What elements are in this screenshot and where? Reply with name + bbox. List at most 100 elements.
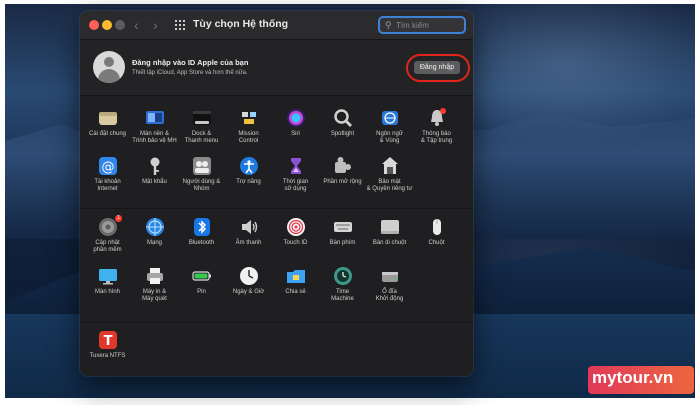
pref-item-tuxera-ntfs[interactable]: T Tuxera NTFS xyxy=(84,330,131,360)
pref-item-time-machine[interactable]: Time Machine xyxy=(319,266,366,303)
pref-item-printers-scanners[interactable]: Máy in & Máy quét xyxy=(131,266,178,303)
preferences-section-2: Cập nhật phần mềm 1 Mạng Bluetooth Âm thanh T… xyxy=(80,209,473,323)
apple-id-subtitle: Thiết lập iCloud, App Store và hơn thế n… xyxy=(132,70,248,76)
apple-id-banner: Đăng nhập vào ID Apple của bạn Thiết lập… xyxy=(80,40,473,96)
pref-item-mouse[interactable]: Chuột xyxy=(413,217,460,247)
pref-item-label: Tài khoản Internet xyxy=(94,179,121,192)
pref-item-extensions[interactable]: Phần mở rộng xyxy=(319,156,366,186)
sign-in-button[interactable]: Đăng nhập xyxy=(414,61,460,74)
pref-item-desktop-screensaver[interactable]: Màn nền & Trình bảo vệ MH xyxy=(131,108,178,145)
extensions-icon xyxy=(334,157,351,173)
pref-item-battery[interactable]: Pin xyxy=(178,266,225,296)
update-count-badge: 1 xyxy=(115,215,122,222)
mouse-icon xyxy=(432,219,441,235)
watermark-logo: mytour.vn xyxy=(592,368,674,387)
bluetooth-icon xyxy=(193,218,210,236)
startup-disk-icon xyxy=(381,272,398,282)
pref-item-screen-time[interactable]: Thời gian sử dụng xyxy=(272,156,319,193)
pref-item-label: Chuột xyxy=(428,240,445,246)
pref-item-label: Bảo mật & Quyền riêng tư xyxy=(366,179,413,192)
pref-item-label: Màn hình xyxy=(94,289,121,295)
pref-item-notifications[interactable]: Thông báo & Tập trung xyxy=(413,108,460,145)
internet-accounts-icon: @ xyxy=(98,157,117,175)
pref-item-label: Siri xyxy=(291,131,300,137)
window-title: Tùy chọn Hệ thống xyxy=(193,18,289,30)
spotlight-icon xyxy=(333,109,352,128)
pref-item-language-region[interactable]: Ngôn ngữ & Vùng xyxy=(366,108,413,145)
battery-icon xyxy=(191,271,211,281)
network-icon xyxy=(145,218,164,236)
pref-item-label: Ổ đĩa Khởi động xyxy=(375,289,404,302)
pref-item-label: Ngày & Giờ xyxy=(232,289,265,295)
pref-item-accessibility[interactable]: Trợ năng xyxy=(225,156,272,186)
back-chevron-icon[interactable]: ‹ xyxy=(134,17,139,33)
date-time-icon xyxy=(239,267,258,285)
pref-item-security-privacy[interactable]: Bảo mật & Quyền riêng tư xyxy=(366,156,413,193)
accessibility-icon xyxy=(239,157,258,175)
pref-item-users-groups[interactable]: Người dùng & Nhóm xyxy=(178,156,225,193)
pref-item-displays[interactable]: Màn hình xyxy=(84,266,131,296)
search-input[interactable] xyxy=(396,19,462,32)
pref-item-label: Bàn phím xyxy=(329,240,356,246)
pref-item-sound[interactable]: Âm thanh xyxy=(225,217,272,247)
pref-item-network[interactable]: Mạng xyxy=(131,217,178,247)
svg-text:@: @ xyxy=(101,160,114,175)
pref-item-startup-disk[interactable]: Ổ đĩa Khởi động xyxy=(366,266,413,303)
pref-item-software-update[interactable]: Cập nhật phần mềm 1 xyxy=(84,215,131,254)
pref-item-date-time[interactable]: Ngày & Giờ xyxy=(225,266,272,296)
pref-item-label: Màn nền & Trình bảo vệ MH xyxy=(132,131,177,144)
dock-icon xyxy=(192,111,211,125)
pref-item-sharing[interactable]: Chia sẻ xyxy=(272,266,319,296)
pref-item-general[interactable]: Cài đặt chung xyxy=(84,108,131,138)
sound-icon xyxy=(241,220,257,234)
siri-icon xyxy=(286,109,305,127)
pref-item-label: Mật khẩu xyxy=(142,179,167,185)
pref-item-label: Âm thanh xyxy=(235,240,262,246)
language-region-icon xyxy=(381,111,398,125)
general-icon xyxy=(98,112,117,125)
search-field[interactable]: ⚲ xyxy=(378,16,466,34)
pref-item-label: Bàn di chuột xyxy=(372,240,407,246)
pref-item-label: Bluetooth xyxy=(188,240,215,246)
security-privacy-icon xyxy=(381,157,398,174)
pref-item-passwords[interactable]: Mật khẩu xyxy=(131,156,178,186)
pref-item-label: Phần mở rộng xyxy=(323,179,362,185)
pref-item-trackpad[interactable]: Bàn di chuột xyxy=(366,217,413,247)
pref-item-label: Máy in & Máy quét xyxy=(142,289,167,302)
zoom-window-button[interactable] xyxy=(115,20,125,30)
avatar[interactable] xyxy=(93,51,125,83)
show-all-grid-icon[interactable] xyxy=(175,20,187,30)
pref-item-bluetooth[interactable]: Bluetooth xyxy=(178,217,225,247)
pref-item-keyboard[interactable]: Bàn phím xyxy=(319,217,366,247)
desktop-screensaver-icon xyxy=(145,111,164,124)
system-preferences-window: ‹ › Tùy chọn Hệ thống ⚲ Đăng nhập vào ID… xyxy=(80,11,473,376)
pref-item-label: Time Machine xyxy=(331,289,354,302)
minimize-window-button[interactable] xyxy=(102,20,112,30)
pref-item-siri[interactable]: Siri xyxy=(272,108,319,138)
pref-item-label: Dock & Thanh menu xyxy=(184,131,219,144)
pref-item-label: Thông báo & Tập trung xyxy=(420,131,453,144)
pref-item-label: Ngôn ngữ & Vùng xyxy=(376,131,403,144)
pref-item-internet-accounts[interactable]: @ Tài khoản Internet xyxy=(84,156,131,193)
pref-item-label: Touch ID xyxy=(283,240,308,246)
pref-item-label: Người dùng & Nhóm xyxy=(182,179,221,192)
pref-item-dock[interactable]: Dock & Thanh menu xyxy=(178,108,225,145)
pref-item-label: Cập nhật phần mềm xyxy=(93,240,122,253)
passwords-icon xyxy=(150,157,159,175)
trackpad-icon xyxy=(380,220,399,234)
preferences-section-3: T Tuxera NTFS xyxy=(80,323,473,376)
time-machine-icon xyxy=(333,267,352,285)
mission-control-icon xyxy=(239,110,258,126)
pref-item-label: Pin xyxy=(197,289,206,295)
close-window-button[interactable] xyxy=(89,20,99,30)
pref-item-touch-id[interactable]: Touch ID xyxy=(272,217,319,247)
notifications-icon xyxy=(430,108,446,126)
pref-item-mission-control[interactable]: Mission Control xyxy=(225,108,272,145)
pref-item-spotlight[interactable]: Spotlight xyxy=(319,108,366,138)
pref-item-label: Tuxera NTFS xyxy=(89,353,126,359)
titlebar: ‹ › Tùy chọn Hệ thống ⚲ xyxy=(80,11,473,40)
tuxera-ntfs-icon: T xyxy=(98,331,117,349)
pref-item-label: Mạng xyxy=(146,240,162,246)
sharing-icon xyxy=(286,270,305,283)
forward-chevron-icon[interactable]: › xyxy=(153,17,158,33)
